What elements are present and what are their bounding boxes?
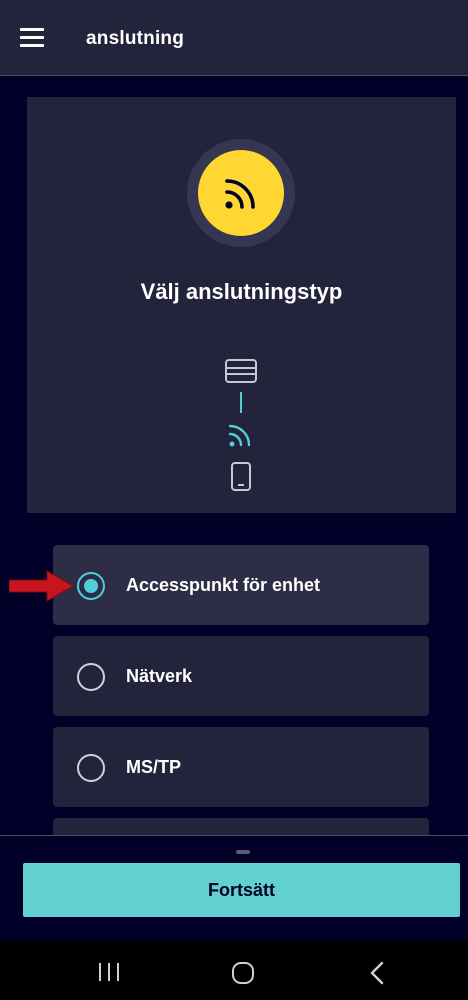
wifi-badge	[198, 150, 284, 236]
radio-dot	[84, 579, 98, 593]
radio-button-selected[interactable]	[77, 572, 105, 600]
page-title: anslutning	[86, 28, 185, 49]
back-icon[interactable]	[367, 961, 387, 985]
option-access-point[interactable]: Accesspunkt för enhet	[53, 545, 429, 625]
option-label: Accesspunkt för enhet	[126, 575, 321, 595]
scroll-handle[interactable]	[236, 850, 250, 854]
hero-title: Välj anslutningstyp	[140, 279, 343, 304]
continue-button[interactable]: Fortsätt	[23, 863, 460, 917]
option-label: Nätverk	[126, 666, 193, 686]
system-navigation-bar	[0, 941, 468, 1000]
wifi-signal-icon	[225, 179, 255, 209]
footer-bar: Fortsätt	[0, 835, 468, 941]
connection-diagram	[223, 357, 259, 497]
home-icon[interactable]	[230, 961, 256, 985]
option-network[interactable]: Nätverk	[53, 636, 429, 716]
connection-hero-card: Välj anslutningstyp	[27, 97, 456, 513]
radio-button[interactable]	[77, 663, 105, 691]
radio-button[interactable]	[77, 754, 105, 782]
recent-apps-icon[interactable]	[97, 961, 121, 983]
device-icon	[225, 359, 257, 383]
option-label: MS/TP	[126, 757, 182, 777]
option-mstp[interactable]: MS/TP	[53, 727, 429, 807]
smartphone-icon	[231, 462, 251, 491]
wifi-icon	[228, 424, 251, 447]
app-header: anslutning	[0, 0, 468, 76]
badge-ring	[187, 139, 295, 247]
hamburger-menu-icon[interactable]	[20, 28, 44, 48]
red-arrow-annotation-icon	[9, 570, 75, 602]
